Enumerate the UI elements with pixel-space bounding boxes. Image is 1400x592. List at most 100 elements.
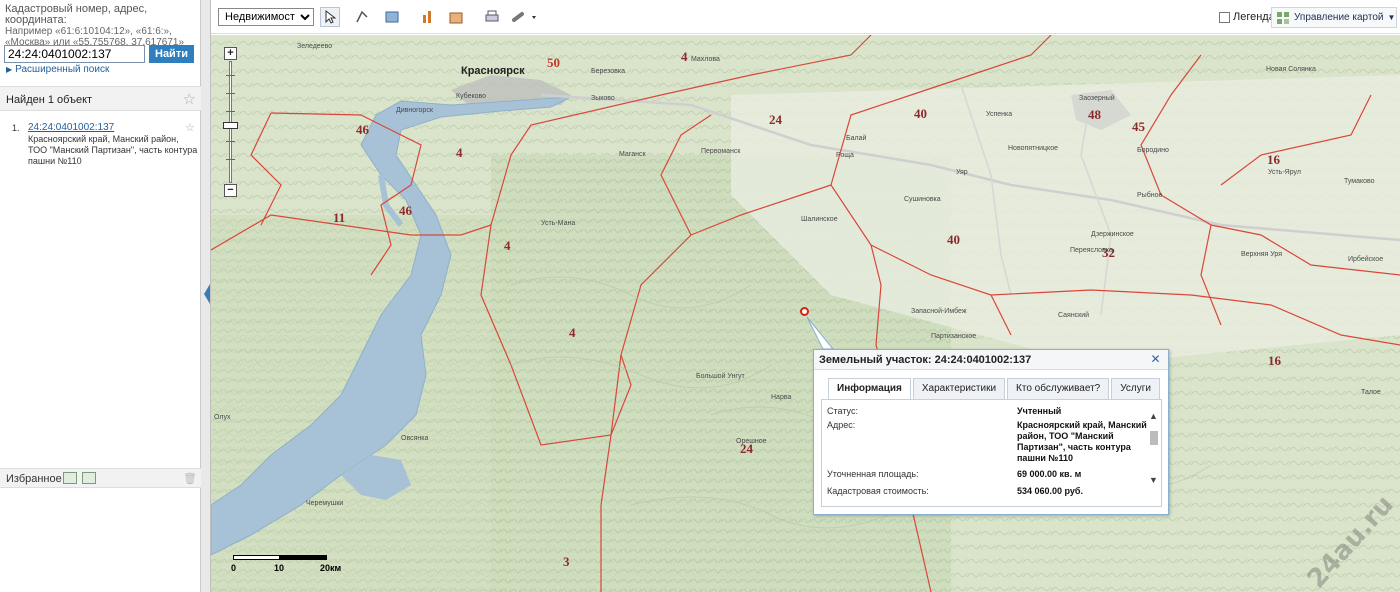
zoom-tick [226, 111, 235, 112]
town-label: Черемушки [306, 500, 344, 507]
search-hint-line1: Кадастровый номер, адрес, координата: [5, 3, 148, 26]
chevron-down-icon[interactable]: ▼ [1149, 475, 1158, 485]
parcel-marker-icon[interactable] [800, 307, 809, 316]
town-label: Орешное [736, 438, 767, 445]
zoom-tick [226, 93, 235, 94]
info-key: Адрес: [827, 420, 856, 430]
building-icon [449, 12, 463, 24]
town-label: Маганск [619, 151, 646, 158]
advanced-search-label: Расширенный поиск [15, 64, 110, 75]
scale-label: 10 [274, 563, 285, 573]
find-button[interactable]: Найти [149, 45, 194, 63]
popup-body: Статус: Учтенный Адрес: Красноярский кра… [821, 399, 1162, 507]
print-button[interactable] [482, 7, 502, 27]
district-number: 46 [399, 203, 412, 218]
measure-tool-button[interactable] [352, 7, 372, 27]
area-icon [385, 11, 399, 23]
grid-icon [1277, 11, 1289, 24]
search-input[interactable] [4, 45, 145, 63]
info-tool-button[interactable] [446, 7, 466, 27]
district-number: 3 [563, 554, 570, 569]
info-value: Учтенный [1017, 406, 1062, 416]
tab-services[interactable]: Услуги [1111, 378, 1160, 399]
results-count: Найден 1 объект [6, 94, 93, 106]
district-number: 50 [547, 55, 560, 70]
panel-splitter[interactable] [201, 0, 211, 592]
town-label: Сушиновка [904, 196, 941, 203]
town-label: Усть-Мана [541, 220, 576, 227]
import-favorite-icon[interactable] [82, 472, 96, 484]
town-label: Зеледеево [297, 43, 333, 50]
district-number: 11 [333, 210, 346, 225]
link-button[interactable] [509, 7, 541, 27]
toolbar: Недвижимость Легенда Управление картой ▼ [211, 0, 1400, 34]
town-label: Дзержинское [1091, 231, 1134, 238]
pointer-tool-button[interactable] [320, 7, 340, 27]
district-number: 16 [1267, 152, 1280, 167]
ruler-icon [356, 10, 368, 23]
town-label: Запасной-Имбеж [911, 308, 967, 315]
zoom-tick [226, 159, 235, 160]
town-label: Усть-Ярул [1268, 169, 1301, 176]
result-number: 1. [12, 123, 20, 133]
town-label: Партизанское [931, 333, 977, 340]
zoom-tick [226, 75, 235, 76]
result-link[interactable]: 24:24:0401002:137 [28, 122, 114, 133]
town-label: Бородино [1137, 147, 1169, 154]
chevron-down-icon: ▼ [1387, 13, 1396, 22]
chevron-up-icon[interactable]: ▲ [1149, 411, 1158, 421]
scrollbar-thumb[interactable] [1150, 431, 1158, 445]
district-number: 4 [681, 49, 688, 64]
map-canvas[interactable]: 50 4 46 4 11 46 4 4 24 40 40 48 45 16 3 2… [211, 35, 1400, 592]
zoom-in-button[interactable]: + [224, 47, 237, 60]
search-hint: Кадастровый номер, адрес, координата: На… [5, 3, 197, 49]
district-number: 16 [1268, 353, 1281, 368]
map-control-button[interactable]: Управление картой ▼ [1271, 7, 1397, 28]
town-label: Тумаково [1344, 178, 1375, 185]
star-icon[interactable]: ☆ [185, 121, 195, 134]
result-description: Красноярский край, Манский район, ТОО "М… [28, 134, 198, 166]
layer-select[interactable]: Недвижимость [218, 8, 314, 26]
info-value: 69 000.00 кв. м [1017, 469, 1082, 479]
scale-bar: 0 10 20км [231, 553, 351, 583]
town-label: Рыбное [1137, 192, 1163, 199]
chart-tool-button[interactable] [418, 7, 438, 27]
legend-toggle[interactable]: Легенда [1219, 11, 1275, 23]
town-label: Махлова [691, 56, 720, 63]
zoom-out-button[interactable]: − [224, 184, 237, 197]
town-label: Зыково [591, 95, 615, 102]
popup-tabs: Информация Характеристики Кто обслуживае… [828, 378, 1160, 399]
left-panel: Кадастровый номер, адрес, координата: На… [0, 0, 201, 592]
tab-information[interactable]: Информация [828, 378, 911, 399]
trash-icon[interactable]: 🗑 [183, 472, 197, 485]
add-favorite-icon[interactable] [63, 472, 77, 484]
tab-who-serves[interactable]: Кто обслуживает? [1007, 378, 1110, 399]
town-label: Талое [1361, 389, 1381, 396]
scale-segment [233, 555, 280, 560]
zoom-control: + − [223, 47, 239, 197]
zoom-slider-thumb[interactable] [223, 122, 238, 129]
legend-checkbox[interactable] [1219, 11, 1230, 23]
cursor-icon [325, 9, 337, 24]
parcel-info-popup: Земельный участок: 24:24:0401002:137 ✕ И… [813, 349, 1169, 515]
area-tool-button[interactable] [382, 7, 402, 27]
close-icon[interactable]: ✕ [1149, 353, 1162, 366]
district-number: 40 [914, 106, 927, 121]
district-number: 4 [456, 145, 463, 160]
star-icon[interactable]: ☆ [183, 90, 196, 108]
tab-characteristics[interactable]: Характеристики [912, 378, 1006, 399]
advanced-search-link[interactable]: ▶ Расширенный поиск [6, 64, 109, 75]
town-label: Нарва [771, 394, 792, 401]
town-label: Балай [846, 135, 867, 142]
scale-label: 20км [320, 563, 342, 573]
town-label: Олух [214, 414, 231, 421]
popup-title: Земельный участок: 24:24:0401002:137 [819, 354, 1032, 366]
collapse-arrow-icon[interactable] [204, 284, 210, 304]
favorites-header: Избранное 🗑 [0, 468, 201, 488]
district-number: 48 [1088, 107, 1101, 122]
popup-scrollbar[interactable]: ▲ ▼ [1148, 401, 1160, 505]
legend-label: Легенда [1233, 11, 1275, 23]
district-number: 24 [769, 112, 782, 127]
info-key: Кадастровая стоимость: [827, 486, 929, 496]
town-label: Переясловка [1070, 247, 1113, 254]
